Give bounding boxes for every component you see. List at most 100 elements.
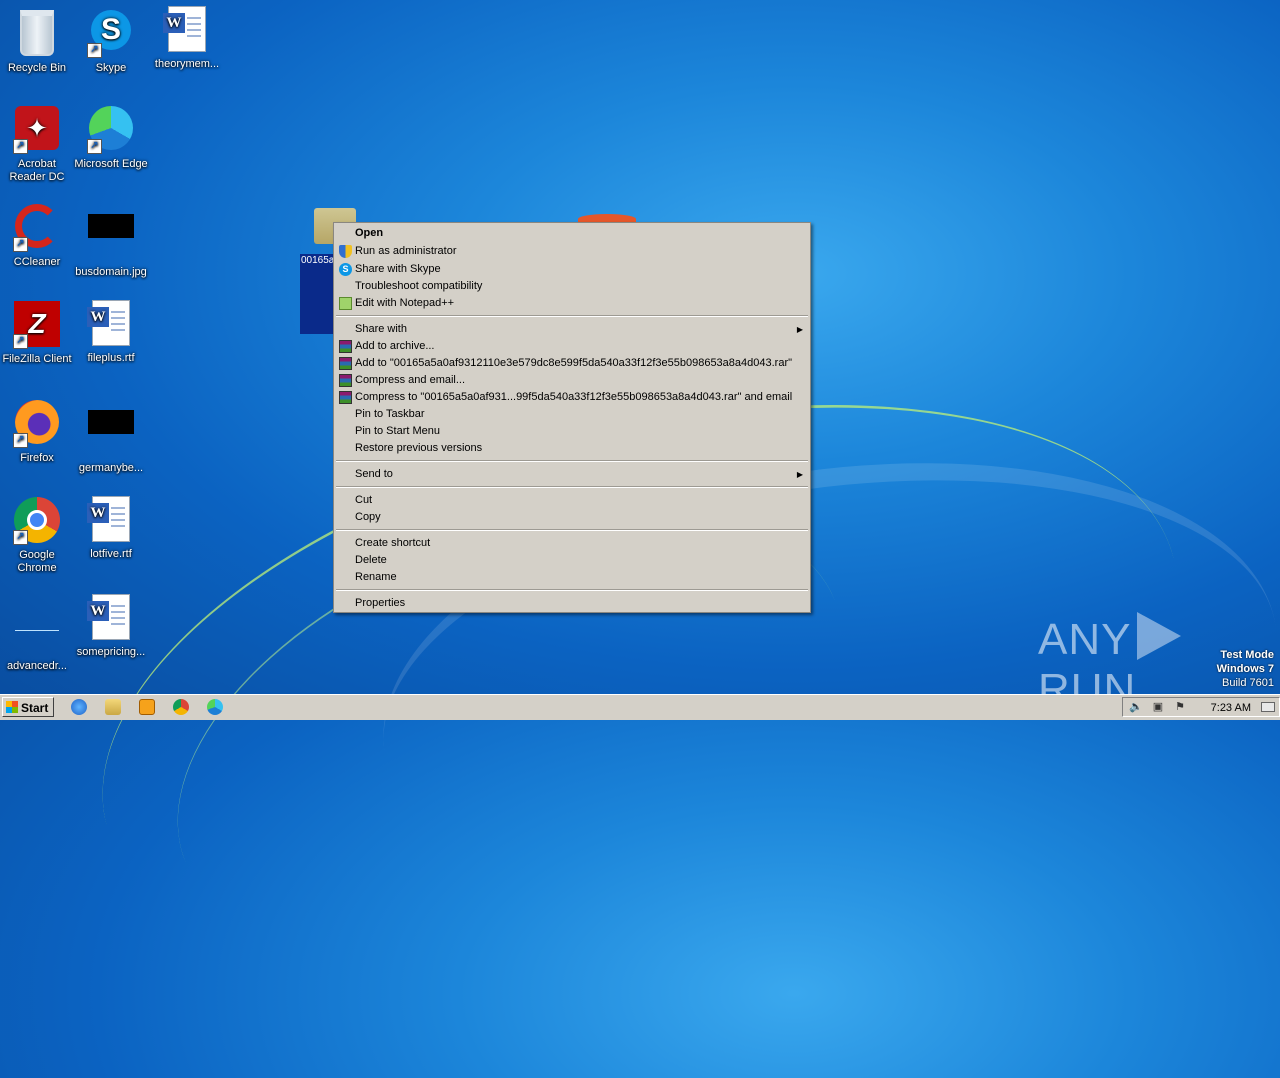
- desktop-icon-label: lotfive.rtf: [90, 548, 132, 560]
- desktop-icon-label: Skype: [95, 62, 127, 74]
- menu-item-label: Cut: [355, 494, 373, 506]
- uac-shield-icon: [339, 245, 352, 258]
- desktop-icon-label: Google Chrome: [17, 549, 57, 574]
- skype-icon: S: [339, 263, 352, 276]
- word-document-icon: W: [163, 6, 206, 52]
- selected-file-label[interactable]: 00165a5a0af9312110e3e579dc8e599f5da540a3…: [300, 254, 335, 334]
- desktop-icon-advancedr[interactable]: advancedr...: [0, 594, 74, 673]
- network-icon[interactable]: ▣: [1151, 700, 1165, 714]
- desktop-icon-fileplus[interactable]: W fileplus.rtf: [74, 300, 148, 365]
- winrar-icon: [339, 391, 352, 404]
- menu-item-label: Troubleshoot compatibility: [355, 280, 483, 292]
- desktop-icon-theorymem[interactable]: W theorymem...: [150, 6, 224, 71]
- winrar-icon: [339, 357, 352, 370]
- internet-explorer-icon[interactable]: [71, 699, 87, 715]
- edge-icon[interactable]: [207, 699, 223, 715]
- desktop-icon-label: advancedr...: [7, 660, 67, 672]
- desktop-icon-label: Recycle Bin: [7, 62, 67, 74]
- desktop-icon-label: busdomain.jpg: [75, 266, 147, 278]
- desktop-icon-germanybe[interactable]: germanybe...: [74, 398, 148, 475]
- menu-item-compress-email[interactable]: Compress and email...: [336, 372, 808, 389]
- watermark-text-left: ANY: [1038, 615, 1132, 664]
- desktop-icon-label: germanybe...: [78, 462, 144, 474]
- menu-separator: [336, 486, 808, 488]
- start-label: Start: [21, 701, 49, 715]
- menu-item-edit-notepad[interactable]: Edit with Notepad++: [336, 295, 808, 312]
- desktop-icon-firefox[interactable]: ↗ Firefox: [0, 398, 74, 465]
- menu-item-share-skype[interactable]: S Share with Skype: [336, 261, 808, 278]
- desktop-icon-label: Microsoft Edge: [74, 158, 148, 170]
- desktop-icon-skype[interactable]: S ↗ Skype: [74, 6, 148, 75]
- menu-item-rename[interactable]: Rename: [336, 569, 808, 586]
- menu-item-pin-taskbar[interactable]: Pin to Taskbar: [336, 406, 808, 423]
- test-mode-label: Test Mode: [1220, 649, 1274, 661]
- submenu-arrow-icon: ▶: [796, 325, 803, 334]
- word-document-icon: W: [87, 594, 130, 640]
- menu-item-pin-start[interactable]: Pin to Start Menu: [336, 423, 808, 440]
- menu-item-open[interactable]: Open: [336, 225, 808, 242]
- menu-item-create-shortcut[interactable]: Create shortcut: [336, 535, 808, 552]
- image-thumbnail-icon: [88, 214, 134, 238]
- menu-item-troubleshoot[interactable]: Troubleshoot compatibility: [336, 278, 808, 295]
- shortcut-arrow-icon: ↗: [87, 43, 102, 58]
- image-thumbnail-icon: [88, 410, 134, 434]
- desktop-icon-recycle-bin[interactable]: Recycle Bin: [0, 6, 74, 75]
- build-label: Build 7601: [1222, 677, 1274, 689]
- menu-item-run-as-admin[interactable]: Run as administrator: [336, 243, 808, 260]
- media-player-icon[interactable]: [139, 699, 155, 715]
- chrome-icon[interactable]: [173, 699, 189, 715]
- menu-item-label: Edit with Notepad++: [355, 297, 455, 309]
- desktop-icon-label: Firefox: [20, 452, 54, 464]
- menu-item-properties[interactable]: Properties: [336, 595, 808, 612]
- desktop-icon-chrome[interactable]: ↗ Google Chrome: [0, 496, 74, 575]
- menu-separator: [336, 315, 808, 317]
- system-tray: 🔈 ▣ ⚑ 7:23 AM: [1122, 697, 1280, 717]
- menu-separator: [336, 589, 808, 591]
- desktop-icon-label: CCleaner: [13, 256, 61, 268]
- menu-separator: [336, 460, 808, 462]
- show-desktop-button[interactable]: [1261, 702, 1275, 712]
- menu-item-label: Send to: [355, 468, 393, 480]
- desktop-icon-label: Acrobat Reader DC: [9, 158, 65, 183]
- menu-item-label: Run as administrator: [355, 245, 457, 257]
- word-document-icon: W: [87, 300, 130, 346]
- menu-item-copy[interactable]: Copy: [336, 509, 808, 526]
- desktop-icon-somepricing[interactable]: W somepricing...: [74, 594, 148, 659]
- start-button[interactable]: Start: [2, 697, 54, 717]
- desktop-icon-busdomain[interactable]: busdomain.jpg: [74, 202, 148, 279]
- os-label: Windows 7: [1216, 663, 1274, 675]
- desktop-icon-ccleaner[interactable]: ↗ CCleaner: [0, 202, 74, 269]
- shortcut-arrow-icon: ↗: [13, 530, 28, 545]
- clock[interactable]: 7:23 AM: [1211, 700, 1251, 716]
- menu-item-delete[interactable]: Delete: [336, 552, 808, 569]
- menu-item-compress-to-rar-email[interactable]: Compress to "00165a5a0af931...99f5da540a…: [336, 389, 808, 406]
- desktop-icon-label: fileplus.rtf: [87, 352, 135, 364]
- desktop-icon-acrobat[interactable]: ✦ ↗ Acrobat Reader DC: [0, 104, 74, 184]
- menu-item-add-archive[interactable]: Add to archive...: [336, 338, 808, 355]
- action-center-flag-icon[interactable]: ⚑: [1173, 700, 1187, 714]
- menu-item-label: Pin to Start Menu: [355, 425, 440, 437]
- shortcut-arrow-icon: ↗: [13, 237, 28, 252]
- menu-item-send-to[interactable]: Send to ▶: [336, 466, 808, 483]
- menu-item-label: Share with Skype: [355, 263, 441, 275]
- menu-item-label: Create shortcut: [355, 537, 431, 549]
- context-menu: Open Run as administrator S Share with Sk…: [333, 222, 811, 613]
- menu-item-label: Copy: [355, 511, 381, 523]
- menu-item-label: Delete: [355, 554, 387, 566]
- test-mode-notice: Test Mode Windows 7 Build 7601: [1217, 648, 1274, 690]
- menu-separator: [336, 529, 808, 531]
- menu-item-cut[interactable]: Cut: [336, 492, 808, 509]
- submenu-arrow-icon: ▶: [796, 470, 803, 479]
- desktop-icon-filezilla[interactable]: Z ↗ FileZilla Client: [0, 300, 74, 366]
- menu-item-add-to-rar[interactable]: Add to "00165a5a0af9312110e3e579dc8e599f…: [336, 355, 808, 372]
- desktop-icon-lotfive[interactable]: W lotfive.rtf: [74, 496, 148, 561]
- menu-item-label: Restore previous versions: [355, 442, 483, 454]
- explorer-folder-icon[interactable]: [105, 699, 121, 715]
- windows-logo-icon: [6, 701, 18, 713]
- winrar-icon: [339, 340, 352, 353]
- shortcut-arrow-icon: ↗: [13, 433, 28, 448]
- menu-item-share-with[interactable]: Share with ▶: [336, 321, 808, 338]
- speaker-icon[interactable]: 🔈: [1129, 700, 1143, 714]
- menu-item-restore-versions[interactable]: Restore previous versions: [336, 440, 808, 457]
- desktop-icon-edge[interactable]: ↗ Microsoft Edge: [74, 104, 148, 171]
